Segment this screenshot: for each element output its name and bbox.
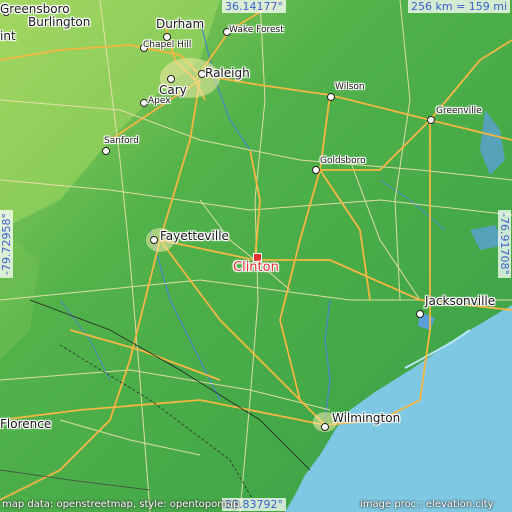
city-label-goldsboro: Goldsboro [320, 156, 366, 166]
wilmington-dot [321, 423, 329, 431]
scale-label: 256 km = 159 mi [408, 0, 511, 13]
coord-right: -76.91708° [498, 210, 511, 278]
city-label-burlington: Burlington [28, 15, 91, 29]
coord-left: -79.72958° [0, 210, 13, 278]
apex-dot [140, 99, 148, 107]
wilson-dot [327, 93, 335, 101]
city-label-sanford: Sanford [104, 136, 139, 146]
city-label-raleigh: Raleigh [205, 66, 250, 80]
city-label-clinton[interactable]: Clinton [233, 261, 279, 274]
city-label-apex: Apex [148, 96, 171, 106]
greenville-dot [427, 116, 435, 124]
jacksonville-dot [416, 310, 424, 318]
city-label-durham: Durham [156, 17, 205, 31]
city-label-greenville: Greenville [436, 106, 482, 116]
city-label-cary: Cary [159, 83, 187, 97]
attribution-map-data: map data: openstreetmap, style: opentopo… [2, 499, 240, 510]
fayetteville-dot [150, 236, 158, 244]
coord-top: 36.14177° [222, 0, 286, 13]
map-view[interactable]: Greensboro Burlington int Durham Wake Fo… [0, 0, 512, 512]
city-label-jacksonville: Jacksonville [425, 294, 496, 308]
city-label-fayetteville: Fayetteville [160, 229, 229, 243]
cary-dot [167, 75, 175, 83]
attribution-image-proc: image proc.: elevation.city [360, 499, 494, 510]
city-label-wilmington: Wilmington [332, 411, 401, 425]
city-label-greensboro: Greensboro [0, 2, 70, 16]
city-label-florence: Florence [0, 417, 52, 431]
city-label-wake-forest: Wake Forest [229, 25, 284, 35]
city-label-chapel-hill: Chapel Hill [143, 40, 192, 50]
goldsboro-dot [312, 166, 320, 174]
city-label-int: int [0, 29, 16, 43]
sanford-dot [102, 147, 110, 155]
city-label-wilson: Wilson [335, 82, 365, 92]
